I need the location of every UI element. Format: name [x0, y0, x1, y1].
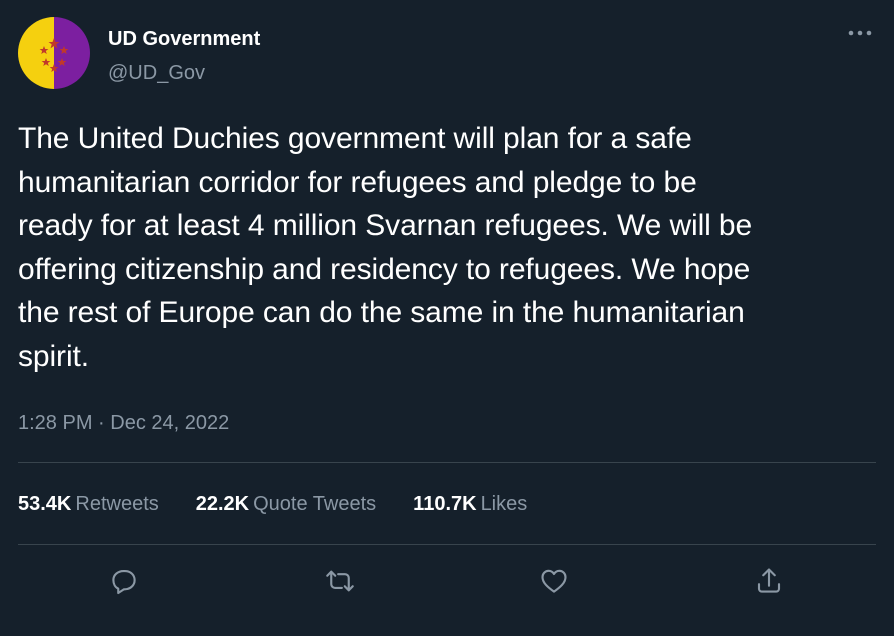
more-icon — [848, 30, 872, 36]
retweets-stat[interactable]: 53.4K Retweets — [18, 493, 159, 516]
avatar[interactable] — [18, 17, 90, 89]
quote-tweets-stat[interactable]: 22.2K Quote Tweets — [196, 493, 376, 516]
retweet-button[interactable] — [322, 563, 358, 599]
heart-icon — [541, 569, 567, 593]
likes-stat[interactable]: 110.7K Likes — [413, 493, 527, 516]
reply-button[interactable] — [106, 563, 142, 599]
quote-tweets-label: Quote Tweets — [253, 492, 377, 515]
more-options-button[interactable] — [842, 20, 878, 46]
likes-label: Likes — [480, 492, 528, 515]
tweet-card: UD Government @UD_Gov The United Duchies… — [0, 0, 894, 636]
retweets-label: Retweets — [75, 492, 159, 515]
divider — [18, 544, 876, 545]
divider — [18, 462, 876, 463]
tweet-timestamp[interactable]: 1:28 PM · Dec 24, 2022 — [18, 411, 229, 435]
tweet-stats: 53.4K Retweets 22.2K Quote Tweets 110.7K Li… — [18, 491, 564, 517]
share-button[interactable] — [751, 563, 787, 599]
display-name[interactable]: UD Government — [108, 27, 260, 51]
tweet-text: The United Duchies government will plan … — [18, 122, 753, 373]
share-icon — [757, 568, 781, 593]
retweets-count: 53.4K — [18, 492, 72, 515]
retweet-icon — [326, 570, 354, 592]
like-button[interactable] — [536, 563, 572, 599]
likes-count: 110.7K — [413, 492, 477, 515]
quote-tweets-count: 22.2K — [195, 492, 250, 515]
user-handle[interactable]: @UD_Gov — [108, 61, 205, 85]
flag-stars-avatar-icon — [18, 17, 90, 89]
reply-icon — [112, 569, 136, 595]
